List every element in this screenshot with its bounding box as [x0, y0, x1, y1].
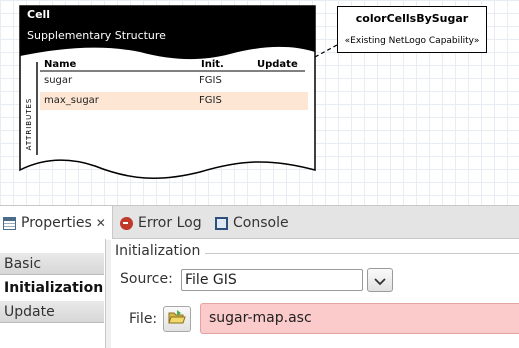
- section-divider: [205, 253, 519, 254]
- tab-error-log[interactable]: Error Log: [120, 206, 202, 240]
- column-header-init: Init.: [201, 59, 224, 70]
- column-header-update: Update: [257, 59, 298, 70]
- tab-properties-label: Properties: [21, 215, 92, 231]
- tab-error-log-label: Error Log: [138, 215, 202, 231]
- browse-file-button[interactable]: [163, 306, 191, 332]
- dependency-connector: [314, 44, 338, 58]
- sidebar-item-update[interactable]: Update: [0, 301, 104, 323]
- column-header-name: Name: [44, 59, 77, 70]
- chevron-down-icon: [374, 271, 386, 290]
- properties-sidebar: Basic Initialization Update: [0, 239, 106, 348]
- attribute-row-selected[interactable]: max_sugar FGIS: [40, 92, 308, 110]
- diagram-canvas[interactable]: Cell Supplementary Structure Name Init. …: [0, 0, 519, 205]
- cell-title: Cell: [27, 8, 51, 21]
- error-log-icon: [120, 216, 133, 230]
- initialization-content: Initialization Source: File GIS File: su…: [111, 239, 519, 348]
- cell-stereotype: Supplementary Structure: [27, 29, 166, 42]
- properties-panel: Properties ✕ Error Log Console Basic Ini…: [0, 205, 519, 348]
- attribute-name: max_sugar: [44, 95, 99, 106]
- tab-console[interactable]: Console: [215, 206, 289, 240]
- source-label: Source:: [120, 271, 173, 287]
- tab-properties[interactable]: Properties ✕: [0, 206, 113, 240]
- source-dropdown-button[interactable]: [367, 268, 393, 292]
- attribute-name: sugar: [44, 75, 73, 86]
- folder-open-icon: [168, 309, 186, 329]
- tab-console-label: Console: [233, 215, 289, 231]
- capability-title: colorCellsBySugar: [355, 12, 469, 25]
- file-label: File:: [129, 311, 158, 327]
- section-title: Initialization: [115, 243, 201, 259]
- view-tab-bar: Properties ✕ Error Log Console: [0, 205, 519, 240]
- console-icon: [215, 216, 228, 230]
- capability-stereotype: «Existing NetLogo Capability»: [344, 36, 480, 46]
- sidebar-item-basic[interactable]: Basic: [0, 253, 104, 275]
- file-path-input[interactable]: sugar-map.asc: [200, 303, 519, 334]
- capability-box[interactable]: colorCellsBySugar «Existing NetLogo Capa…: [337, 6, 487, 53]
- attribute-init: FGIS: [199, 95, 222, 106]
- attribute-init: FGIS: [199, 75, 222, 86]
- properties-icon: [3, 216, 16, 230]
- attributes-section-label: ATTRIBUTES: [25, 97, 33, 151]
- sidebar-item-initialization[interactable]: Initialization: [0, 277, 104, 299]
- close-icon[interactable]: ✕: [96, 216, 106, 230]
- attribute-row[interactable]: sugar FGIS: [40, 72, 308, 90]
- source-select[interactable]: File GIS: [181, 269, 363, 291]
